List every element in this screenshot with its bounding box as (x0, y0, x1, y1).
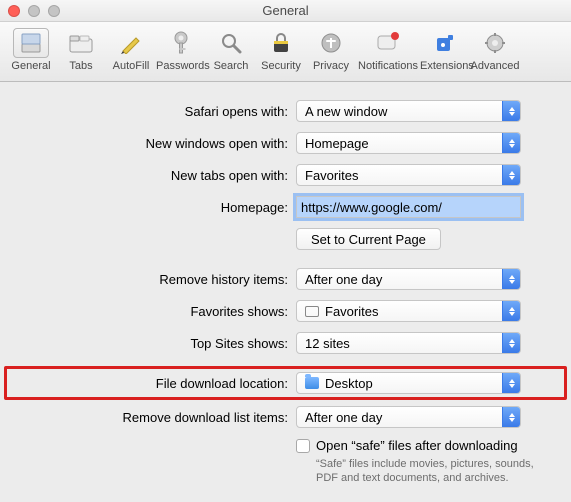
notifications-icon (370, 28, 406, 58)
chevron-updown-icon (502, 333, 520, 353)
popup-value: After one day (305, 410, 502, 425)
autofill-icon (113, 28, 149, 58)
chevron-updown-icon (502, 269, 520, 289)
tab-label: Passwords (156, 60, 206, 73)
tab-notifications[interactable]: Notifications (356, 26, 420, 73)
open-safe-files-label: Open “safe” files after downloading (316, 438, 518, 453)
chevron-updown-icon (502, 165, 520, 185)
tab-extensions[interactable]: Extensions (420, 26, 470, 73)
label-homepage: Homepage: (18, 200, 296, 215)
popup-value: Desktop (325, 376, 502, 391)
tab-search[interactable]: Search (206, 26, 256, 73)
window-titlebar: General (0, 0, 571, 22)
tab-general[interactable]: General (6, 26, 56, 73)
label-topsites-shows: Top Sites shows: (18, 336, 296, 351)
tab-advanced[interactable]: Advanced (470, 26, 520, 73)
security-icon (263, 28, 299, 58)
folder-icon (305, 377, 319, 389)
tab-label: Extensions (420, 60, 470, 73)
tab-tabs[interactable]: Tabs (56, 26, 106, 73)
chevron-updown-icon (502, 133, 520, 153)
homepage-field[interactable] (296, 196, 521, 218)
label-favorites-shows: Favorites shows: (18, 304, 296, 319)
privacy-icon (313, 28, 349, 58)
tab-label: Search (206, 60, 256, 73)
search-icon (213, 28, 249, 58)
tab-autofill[interactable]: AutoFill (106, 26, 156, 73)
tab-label: Notifications (356, 60, 420, 73)
label-remove-downloads: Remove download list items: (18, 410, 296, 425)
chevron-updown-icon (502, 101, 520, 121)
download-location-popup[interactable]: Desktop (296, 372, 521, 394)
popup-value: Homepage (305, 136, 502, 151)
favorites-shows-popup[interactable]: Favorites (296, 300, 521, 322)
label-safari-opens-with: Safari opens with: (18, 104, 296, 119)
chevron-updown-icon (502, 407, 520, 427)
new-tabs-popup[interactable]: Favorites (296, 164, 521, 186)
tab-label: Advanced (470, 60, 520, 73)
popup-value: After one day (305, 272, 502, 287)
preferences-toolbar: General Tabs AutoFill Passwords Search S… (0, 22, 571, 82)
zoom-icon[interactable] (48, 5, 60, 17)
set-to-current-page-button[interactable]: Set to Current Page (296, 228, 441, 250)
tab-label: Privacy (306, 60, 356, 73)
popup-value: 12 sites (305, 336, 502, 351)
minimize-icon[interactable] (28, 5, 40, 17)
general-icon (13, 28, 49, 58)
safari-opens-with-popup[interactable]: A new window (296, 100, 521, 122)
tab-label: Tabs (56, 60, 106, 73)
passwords-icon (163, 28, 199, 58)
chevron-updown-icon (502, 301, 520, 321)
close-icon[interactable] (8, 5, 20, 17)
label-new-tabs: New tabs open with: (18, 168, 296, 183)
open-safe-files-checkbox[interactable] (296, 439, 310, 453)
book-icon (305, 305, 319, 317)
topsites-shows-popup[interactable]: 12 sites (296, 332, 521, 354)
traffic-lights (8, 5, 60, 17)
label-remove-history: Remove history items: (18, 272, 296, 287)
tab-passwords[interactable]: Passwords (156, 26, 206, 73)
tab-label: Security (256, 60, 306, 73)
remove-downloads-popup[interactable]: After one day (296, 406, 521, 428)
advanced-icon (477, 28, 513, 58)
popup-value: Favorites (325, 304, 502, 319)
popup-value: Favorites (305, 168, 502, 183)
extensions-icon (427, 28, 463, 58)
open-safe-files-note: “Safe” files include movies, pictures, s… (316, 457, 541, 485)
tabs-icon (63, 28, 99, 58)
label-new-windows: New windows open with: (18, 136, 296, 151)
remove-history-popup[interactable]: After one day (296, 268, 521, 290)
tab-label: General (6, 60, 56, 73)
popup-value: A new window (305, 104, 502, 119)
window-title: General (0, 3, 571, 18)
label-download-location: File download location: (18, 376, 296, 391)
chevron-updown-icon (502, 373, 520, 393)
tab-security[interactable]: Security (256, 26, 306, 73)
new-windows-popup[interactable]: Homepage (296, 132, 521, 154)
preferences-content: Safari opens with: A new window New wind… (0, 82, 571, 485)
tab-privacy[interactable]: Privacy (306, 26, 356, 73)
tab-label: AutoFill (106, 60, 156, 73)
